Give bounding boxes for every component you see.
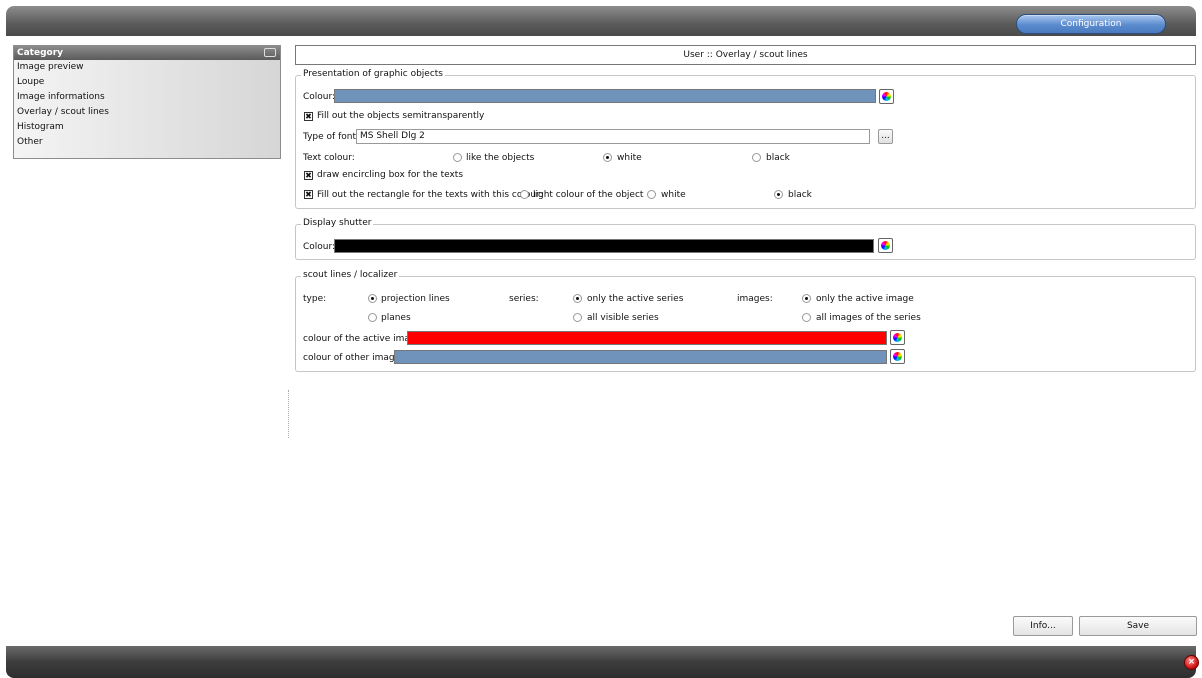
type-projection-lines-label: projection lines <box>381 294 450 304</box>
close-icon[interactable]: × <box>1184 655 1199 670</box>
presentation-colour-label: Colour: <box>303 92 336 102</box>
type-planes-radio[interactable] <box>368 313 377 322</box>
category-header: Category <box>14 46 280 60</box>
type-planes-label: planes <box>381 313 411 323</box>
fill-rect-white-label: white <box>661 190 686 200</box>
fill-rect-light-colour-radio[interactable] <box>520 190 529 199</box>
page-title: User :: Overlay / scout lines <box>295 45 1196 65</box>
active-image-colour-label: colour of the active image: <box>303 334 425 344</box>
images-all-series-radio[interactable] <box>802 313 811 322</box>
series-all-visible-radio[interactable] <box>573 313 582 322</box>
text-colour-like-objects-radio[interactable] <box>453 153 462 162</box>
presentation-colour-bar[interactable] <box>334 89 876 103</box>
category-header-label: Category <box>17 48 64 58</box>
images-active-radio[interactable] <box>802 294 811 303</box>
other-images-colour-label: colour of other images: <box>303 353 408 363</box>
scout-series-label: series: <box>509 294 539 304</box>
encircling-box-label: draw encircling box for the texts <box>317 170 464 180</box>
category-item-overlay[interactable]: Overlay / scout lines <box>14 105 280 120</box>
splitter-handle[interactable] <box>288 390 289 438</box>
active-image-colour-bar[interactable] <box>407 331 887 345</box>
fill-rect-light-colour-label: light colour of the object <box>533 190 644 200</box>
encircling-box-checkbox[interactable]: ✖ <box>304 171 313 180</box>
configuration-button[interactable]: Configuration <box>1016 14 1166 34</box>
fill-rectangle-label: Fill out the rectangle for the texts wit… <box>317 190 543 200</box>
fill-rect-white-radio[interactable] <box>647 190 656 199</box>
bottom-bar <box>6 646 1196 678</box>
series-all-visible-label: all visible series <box>587 313 659 323</box>
shutter-colour-label: Colour: <box>303 242 336 252</box>
type-projection-lines-radio[interactable] <box>368 294 377 303</box>
shutter-colour-wheel-icon[interactable] <box>878 238 893 253</box>
scout-legend: scout lines / localizer <box>301 270 400 280</box>
other-images-colour-bar[interactable] <box>394 350 887 364</box>
fill-semitransparent-label: Fill out the objects semitransparently <box>317 111 485 121</box>
series-active-label: only the active series <box>587 294 684 304</box>
presentation-colour-wheel-icon[interactable] <box>879 89 894 104</box>
category-item-other[interactable]: Other <box>14 135 280 150</box>
series-active-radio[interactable] <box>573 294 582 303</box>
text-colour-white-radio[interactable] <box>603 153 612 162</box>
fill-semitransparent-checkbox[interactable]: ✖ <box>304 112 313 121</box>
text-colour-like-objects-label: like the objects <box>466 153 535 163</box>
font-browse-button[interactable]: ... <box>878 129 893 144</box>
category-item-loupe[interactable]: Loupe <box>14 75 280 90</box>
images-all-series-label: all images of the series <box>816 313 921 323</box>
category-item-histogram[interactable]: Histogram <box>14 120 280 135</box>
text-colour-black-label: black <box>766 153 790 163</box>
font-label: Type of font: <box>303 132 360 142</box>
fill-rectangle-checkbox[interactable]: ✖ <box>304 190 313 199</box>
info-button[interactable]: Info... <box>1013 616 1073 636</box>
text-colour-label: Text colour: <box>303 153 355 163</box>
images-active-label: only the active image <box>816 294 914 304</box>
category-item-image-preview[interactable]: Image preview <box>14 60 280 75</box>
shutter-colour-bar[interactable] <box>334 239 874 253</box>
text-colour-white-label: white <box>617 153 642 163</box>
text-colour-black-radio[interactable] <box>752 153 761 162</box>
scout-images-label: images: <box>737 294 773 304</box>
other-images-colour-wheel-icon[interactable] <box>890 349 905 364</box>
active-image-colour-wheel-icon[interactable] <box>890 330 905 345</box>
shutter-legend: Display shutter <box>301 218 374 228</box>
category-item-image-informations[interactable]: Image informations <box>14 90 280 105</box>
fill-rect-black-radio[interactable] <box>774 190 783 199</box>
collapse-icon[interactable] <box>264 48 276 57</box>
category-panel: Category Image preview Loupe Image infor… <box>13 45 281 159</box>
presentation-legend: Presentation of graphic objects <box>301 69 445 79</box>
fill-rect-black-label: black <box>788 190 812 200</box>
scout-type-label: type: <box>303 294 327 304</box>
save-button[interactable]: Save <box>1079 616 1197 636</box>
font-input[interactable]: MS Shell Dlg 2 <box>356 129 870 144</box>
